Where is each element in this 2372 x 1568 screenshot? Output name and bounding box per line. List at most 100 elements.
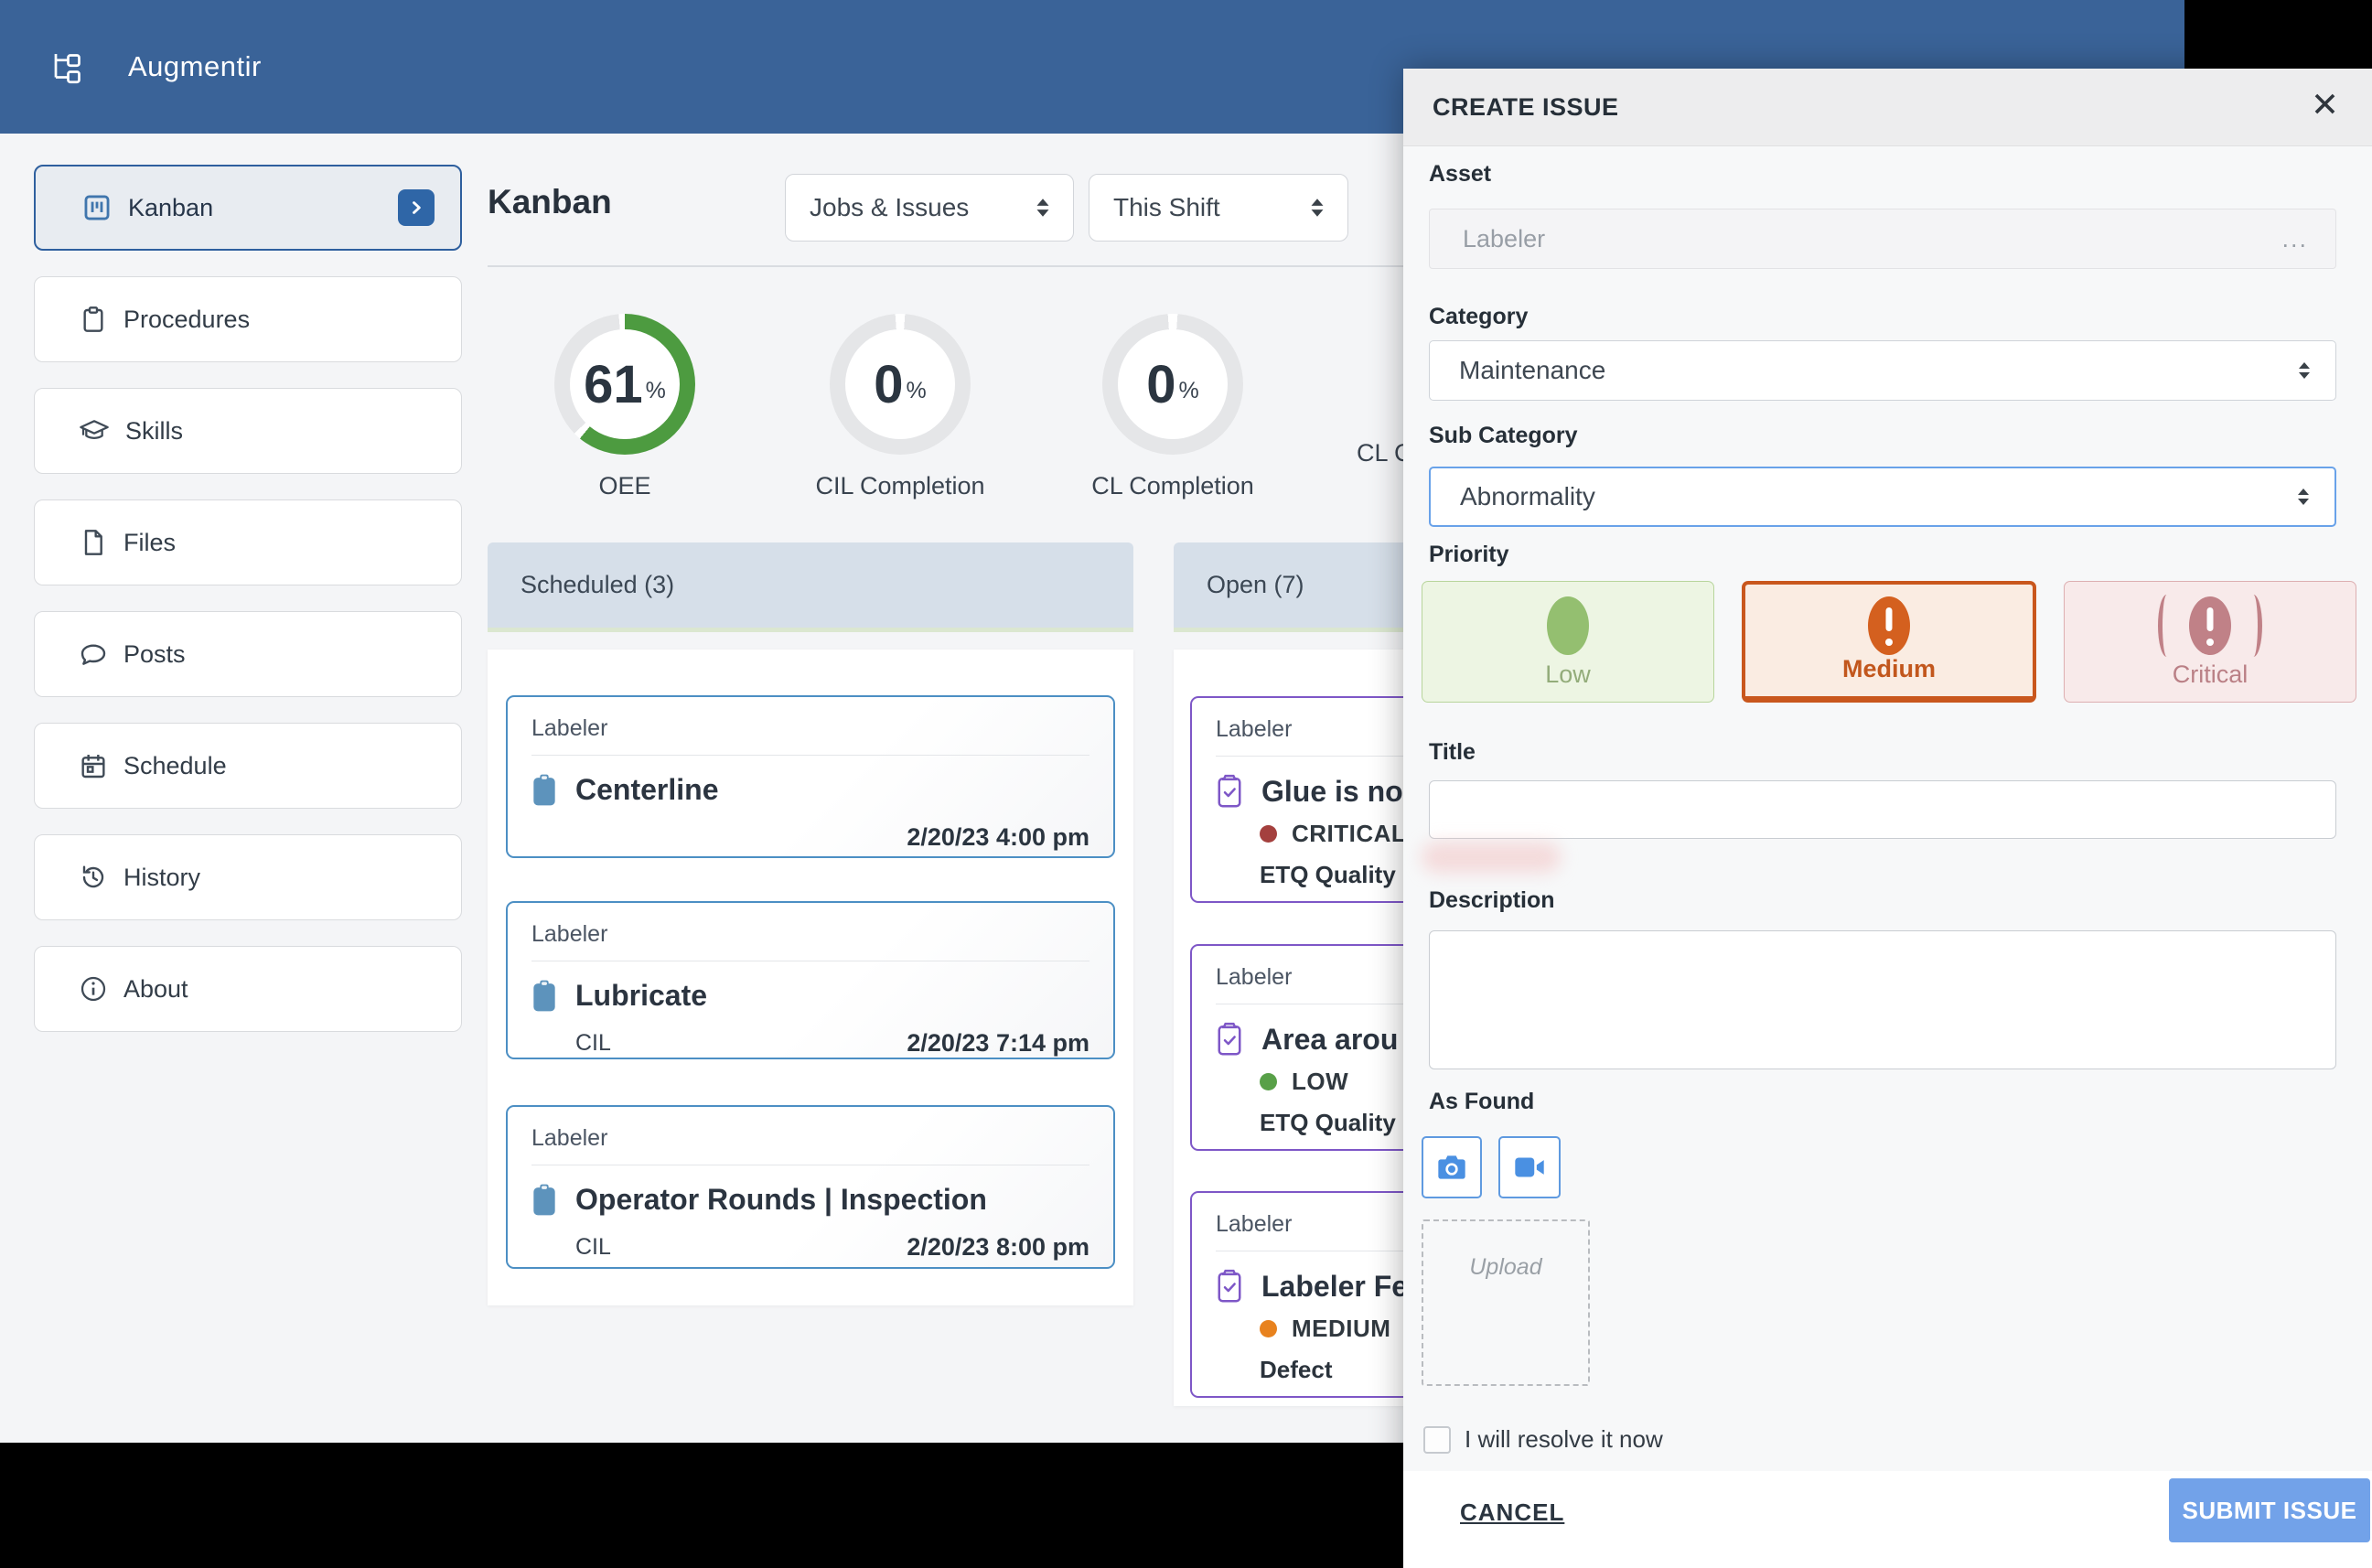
file-icon [79, 528, 108, 557]
job-card-centerline[interactable]: Labeler Centerline 2/20/23 4:00 pm [506, 695, 1115, 858]
card-title: Lubricate [575, 979, 707, 1013]
camera-icon [1437, 1154, 1466, 1181]
take-photo-button[interactable] [1422, 1136, 1482, 1198]
priority-option-label: Critical [2065, 660, 2356, 689]
sidebar-item-label: Skills [125, 417, 183, 446]
cl-completion-donut: 0% [1102, 314, 1243, 455]
history-clock-icon [79, 863, 108, 892]
sidebar-item-about[interactable]: About [34, 946, 462, 1032]
sidebar-item-label: Files [123, 529, 176, 557]
upload-dropzone[interactable]: Upload [1422, 1219, 1590, 1386]
card-priority: LOW [1292, 1068, 1348, 1096]
kpi-value: 61 [584, 354, 643, 415]
video-camera-icon [1514, 1155, 1545, 1179]
view-filter-select[interactable]: Jobs & Issues [785, 174, 1074, 242]
card-title: Area arou [1261, 1023, 1398, 1057]
category-value: Maintenance [1459, 356, 1605, 385]
category-select[interactable]: Maintenance [1429, 340, 2336, 401]
card-asset: Labeler [531, 1125, 1089, 1152]
sidebar-item-skills[interactable]: Skills [34, 388, 462, 474]
kpi-label-cil: CIL Completion [815, 472, 984, 500]
column-header-scheduled: Scheduled (3) [488, 542, 1133, 628]
as-found-label: As Found [1429, 1089, 1534, 1115]
create-issue-modal: CREATE ISSUE ✕ Asset Labeler ... Categor… [1403, 69, 2372, 1568]
sub-category-label: Sub Category [1429, 423, 1578, 449]
info-icon [79, 974, 108, 1004]
upload-label: Upload [1423, 1254, 1588, 1281]
cancel-button[interactable]: CANCEL [1460, 1498, 1564, 1527]
priority-option-label: Low [1422, 660, 1713, 689]
priority-dot [1260, 825, 1277, 843]
card-priority: CRITICAL [1292, 820, 1406, 848]
critical-priority-exclamation-icon [2189, 596, 2231, 655]
graduation-cap-icon [79, 416, 110, 446]
card-title: Operator Rounds | Inspection [575, 1183, 987, 1217]
calendar-icon [79, 751, 108, 780]
asset-value: Labeler [1463, 225, 1545, 253]
resolve-now-label: I will resolve it now [1465, 1425, 1663, 1454]
asset-field[interactable]: Labeler ... [1429, 209, 2336, 269]
priority-dot [1260, 1320, 1277, 1337]
asset-label: Asset [1429, 161, 1491, 188]
card-timestamp: 2/20/23 8:00 pm [907, 1233, 1089, 1262]
time-filter-select[interactable]: This Shift [1089, 174, 1348, 242]
cil-completion-donut: 0% [830, 314, 971, 455]
resolve-now-option[interactable]: I will resolve it now [1423, 1425, 1663, 1454]
submit-issue-button[interactable]: SUBMIT ISSUE [2169, 1478, 2370, 1542]
sidebar-item-label: Schedule [123, 752, 227, 780]
priority-option-medium-selected[interactable]: Medium [1742, 581, 2036, 703]
close-icon[interactable]: ✕ [2311, 85, 2339, 124]
priority-option-label: Medium [1745, 655, 2033, 683]
sub-category-select[interactable]: Abnormality [1429, 467, 2336, 527]
card-subtype: CIL [575, 1234, 611, 1261]
category-label: Category [1429, 304, 1528, 330]
card-priority: MEDIUM [1292, 1315, 1390, 1343]
sidebar-item-label: Posts [123, 640, 186, 669]
kpi-label-oee: OEE [598, 472, 650, 500]
title-input[interactable] [1429, 780, 2336, 839]
sidebar-item-files[interactable]: Files [34, 499, 462, 585]
sidebar-item-procedures[interactable]: Procedures [34, 276, 462, 362]
sidebar-item-kanban[interactable]: Kanban [34, 165, 462, 251]
card-timestamp: 2/20/23 4:00 pm [907, 823, 1089, 852]
kpi-unit: % [646, 378, 666, 404]
medium-priority-exclamation-icon [1868, 596, 1910, 655]
select-arrows-icon [2295, 360, 2313, 381]
issue-clipboard-check-icon [1216, 774, 1243, 809]
asset-more-button[interactable]: ... [2281, 225, 2308, 253]
critical-paren-right [2248, 595, 2262, 657]
low-priority-icon [1547, 596, 1589, 655]
procedure-clipboard-icon [531, 1183, 557, 1217]
select-arrows-icon [1307, 196, 1327, 220]
card-divider [531, 755, 1089, 756]
resolve-now-checkbox[interactable] [1423, 1426, 1451, 1454]
critical-paren-left [2158, 595, 2173, 657]
sidebar-item-posts[interactable]: Posts [34, 611, 462, 697]
description-textarea[interactable] [1429, 930, 2336, 1069]
app-title: Augmentir [128, 0, 262, 134]
procedure-clipboard-icon [531, 773, 557, 807]
job-card-lubricate[interactable]: Labeler Lubricate CIL 2/20/23 7:14 pm [506, 901, 1115, 1059]
priority-option-low[interactable]: Low [1422, 581, 1714, 703]
card-asset: Labeler [531, 715, 1089, 742]
column-dropzone-strip [488, 628, 1133, 632]
card-title: Labeler Fe [1261, 1270, 1408, 1304]
kpi-unit: % [907, 378, 927, 404]
view-filter-value: Jobs & Issues [810, 193, 969, 222]
record-video-button[interactable] [1498, 1136, 1561, 1198]
modal-header: CREATE ISSUE ✕ [1403, 69, 2372, 146]
sidebar-item-history[interactable]: History [34, 834, 462, 920]
sub-category-value: Abnormality [1460, 482, 1595, 511]
issue-clipboard-check-icon [1216, 1269, 1243, 1304]
clipboard-icon [79, 305, 108, 334]
sitemap-logo-icon [50, 50, 83, 85]
kanban-board-icon [81, 192, 113, 223]
collapse-sidebar-button[interactable] [398, 189, 435, 226]
select-arrows-icon [1033, 196, 1053, 220]
sidebar-item-schedule[interactable]: Schedule [34, 723, 462, 809]
job-card-operator-rounds[interactable]: Labeler Operator Rounds | Inspection CIL… [506, 1105, 1115, 1269]
priority-option-critical[interactable]: Critical [2064, 581, 2356, 703]
modal-footer: CANCEL SUBMIT ISSUE [1403, 1471, 2372, 1568]
modal-title: CREATE ISSUE [1433, 69, 1619, 146]
sidebar-item-label: About [123, 975, 188, 1004]
